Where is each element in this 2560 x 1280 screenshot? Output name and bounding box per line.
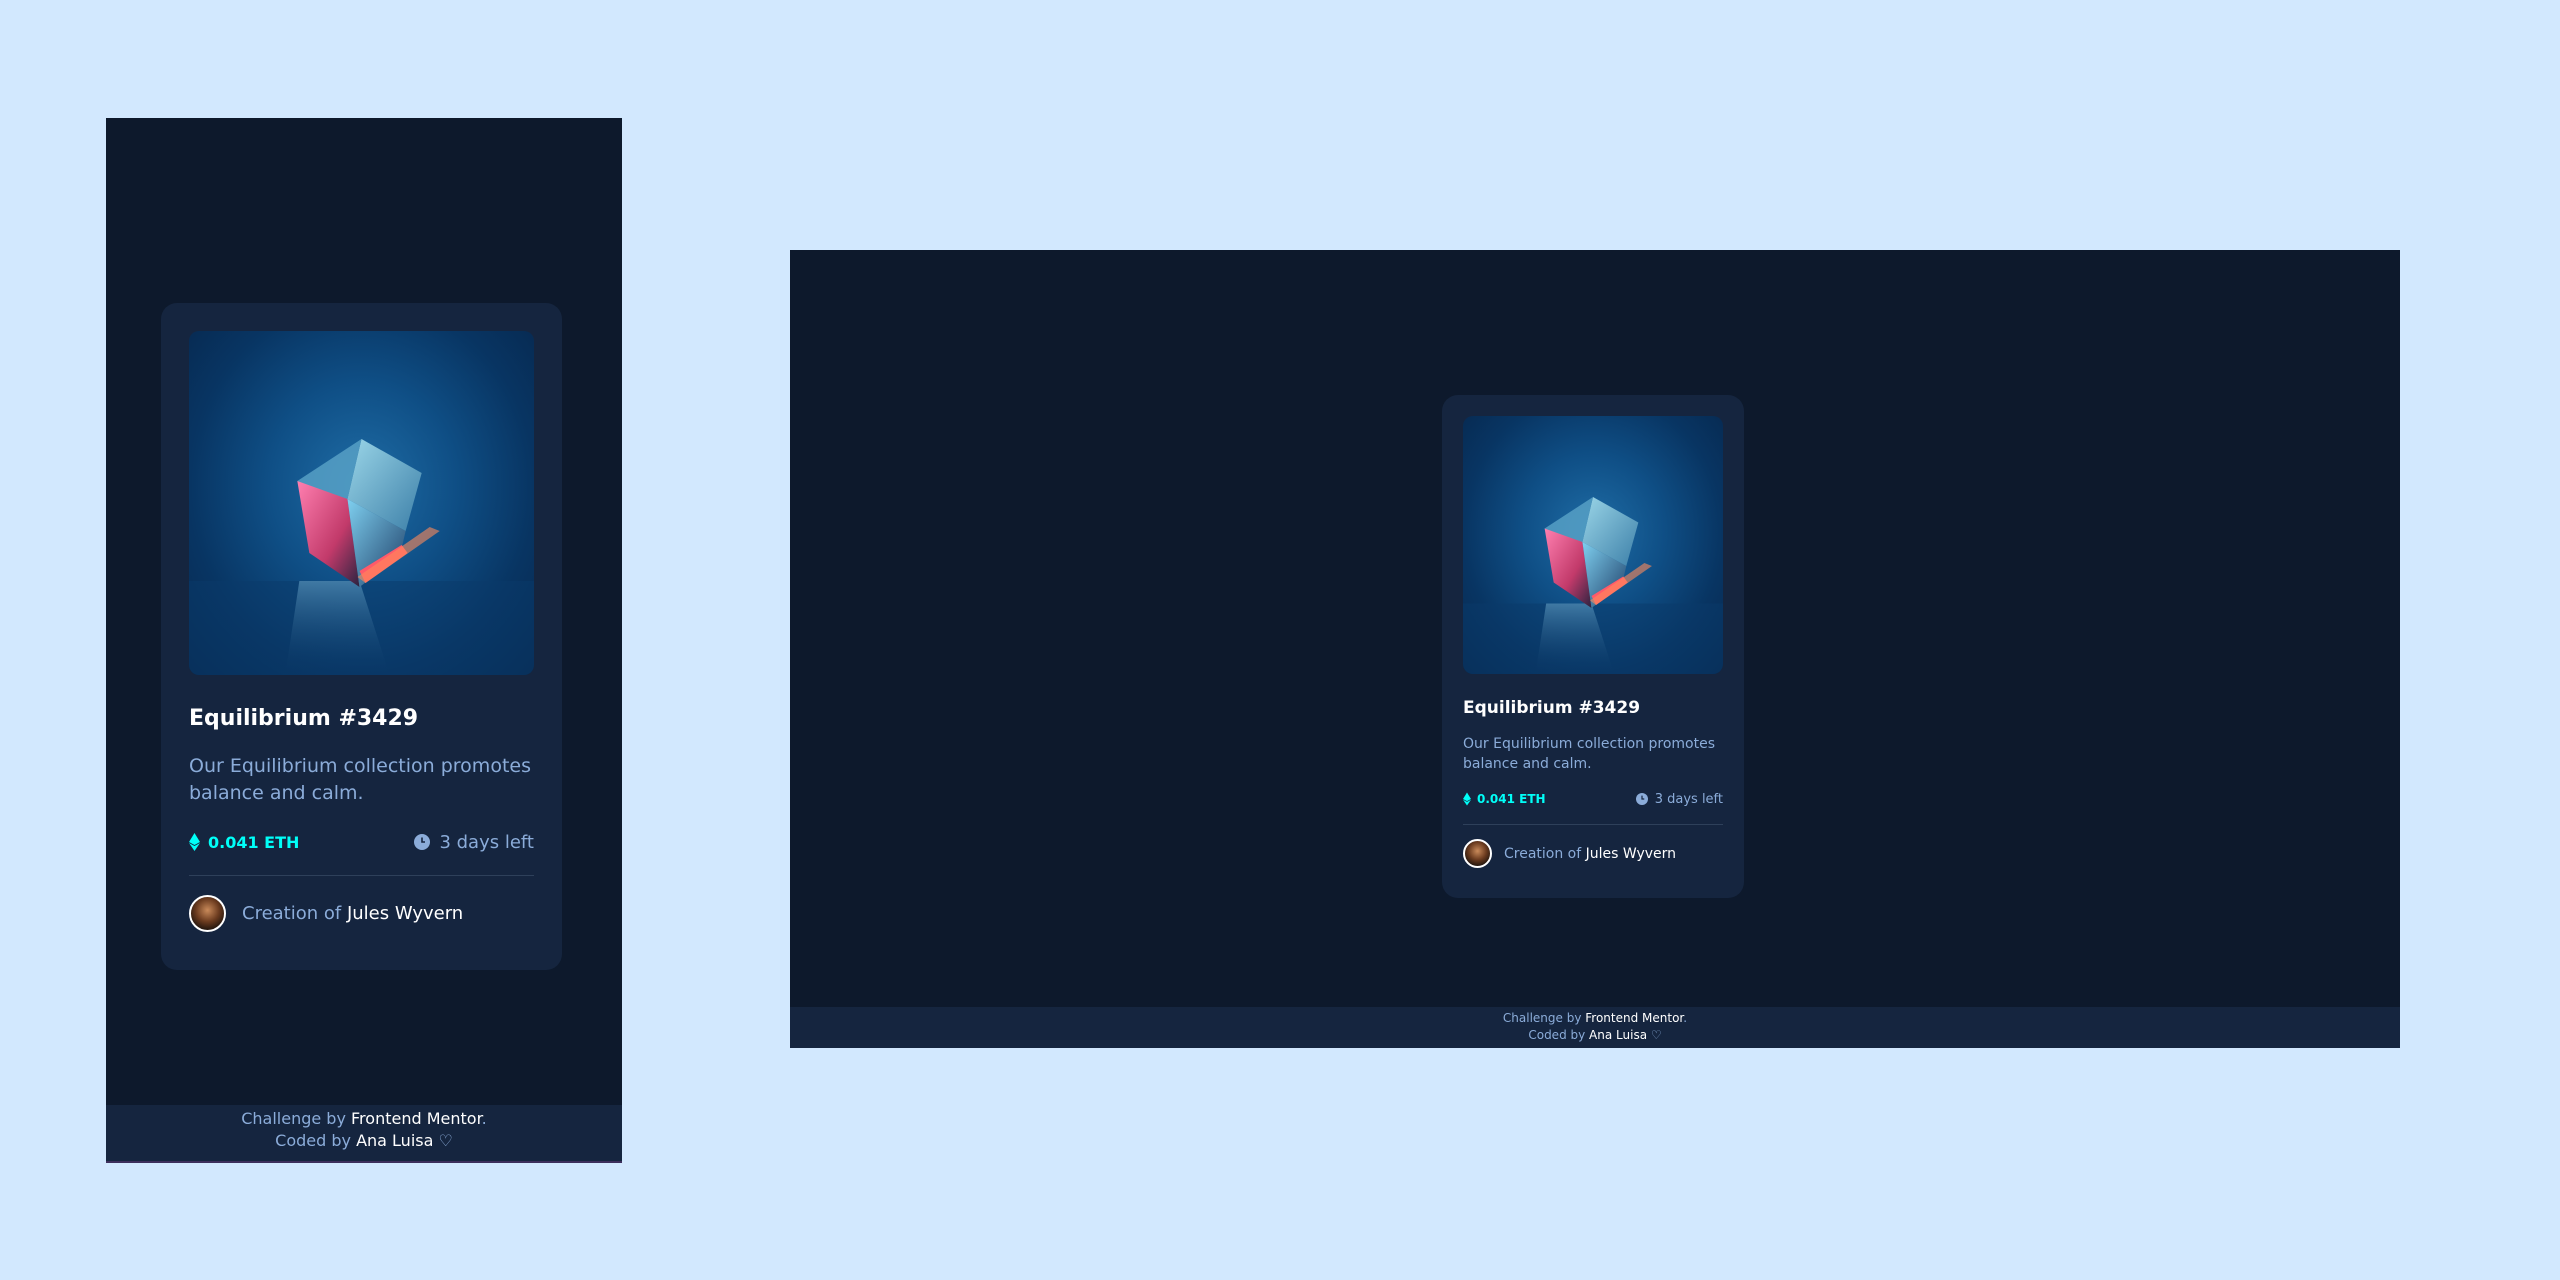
price: 0.041 ETH <box>189 833 299 852</box>
nft-image[interactable] <box>1463 416 1723 674</box>
heart-icon: ♡ <box>438 1131 453 1151</box>
price: 0.041 ETH <box>1463 792 1546 806</box>
creator-prefix: Creation of <box>1504 845 1582 862</box>
avatar <box>189 895 226 933</box>
nft-image[interactable] <box>189 331 534 675</box>
frontend-mentor-link[interactable]: Frontend Mentor <box>1585 1011 1683 1025</box>
nft-meta: 0.041 ETH 3 days left <box>1463 790 1723 808</box>
challenge-suffix: . <box>1683 1011 1688 1025</box>
nft-card: Equilibrium #3429 Our Equilibrium collec… <box>161 303 562 970</box>
creator-row: Creation of Jules Wyvern <box>189 895 534 933</box>
ethereum-icon <box>1463 792 1471 806</box>
avatar <box>1463 839 1492 869</box>
creator-text: Creation of Jules Wyvern <box>1504 846 1676 862</box>
clock-icon <box>1635 793 1648 806</box>
nft-meta: 0.041 ETH 3 days left <box>189 830 534 854</box>
price-label: 0.041 ETH <box>208 832 300 852</box>
nft-title[interactable]: Equilibrium #3429 <box>189 706 534 731</box>
time-left-label: 3 days left <box>439 831 534 853</box>
time-left-label: 3 days left <box>1654 791 1723 807</box>
attribution-footer: Challenge by Frontend Mentor. Coded by A… <box>106 1105 622 1163</box>
time-left: 3 days left <box>414 832 534 853</box>
creator-name-link[interactable]: Jules Wyvern <box>1586 846 1676 862</box>
divider <box>1463 824 1723 826</box>
challenge-prefix: Challenge by <box>1502 1011 1582 1025</box>
cube-icon <box>189 439 534 675</box>
creator-prefix: Creation of <box>242 903 342 925</box>
challenge-prefix: Challenge by <box>241 1109 346 1128</box>
price-label: 0.041 ETH <box>1477 792 1546 807</box>
author-link[interactable]: Ana Luisa <box>1589 1028 1647 1042</box>
creator-row: Creation of Jules Wyvern <box>1463 839 1723 869</box>
nft-description: Our Equilibrium collection promotes bala… <box>1463 736 1715 772</box>
author-link[interactable]: Ana Luisa <box>356 1131 433 1150</box>
creator-text: Creation of Jules Wyvern <box>242 903 463 924</box>
time-left: 3 days left <box>1635 791 1723 807</box>
mobile-preview: Equilibrium #3429 Our Equilibrium collec… <box>106 118 622 1163</box>
cube-icon <box>1463 497 1723 674</box>
creator-name-link[interactable]: Jules Wyvern <box>347 903 463 924</box>
coded-prefix: Coded by <box>1528 1027 1586 1042</box>
ethereum-icon <box>189 833 200 852</box>
attribution-footer: Challenge by Frontend Mentor. Coded by A… <box>790 1007 2400 1048</box>
nft-description: Our Equilibrium collection promotes bala… <box>189 755 531 804</box>
nft-title[interactable]: Equilibrium #3429 <box>1463 698 1723 718</box>
divider <box>189 875 534 877</box>
heart-icon: ♡ <box>1650 1027 1662 1042</box>
frontend-mentor-link[interactable]: Frontend Mentor <box>351 1109 482 1128</box>
desktop-preview: Equilibrium #3429 Our Equilibrium collec… <box>790 250 2400 1048</box>
coded-prefix: Coded by <box>275 1131 351 1151</box>
challenge-suffix: . <box>481 1109 487 1128</box>
clock-icon <box>414 834 431 851</box>
nft-card: Equilibrium #3429 Our Equilibrium collec… <box>1442 395 1744 898</box>
